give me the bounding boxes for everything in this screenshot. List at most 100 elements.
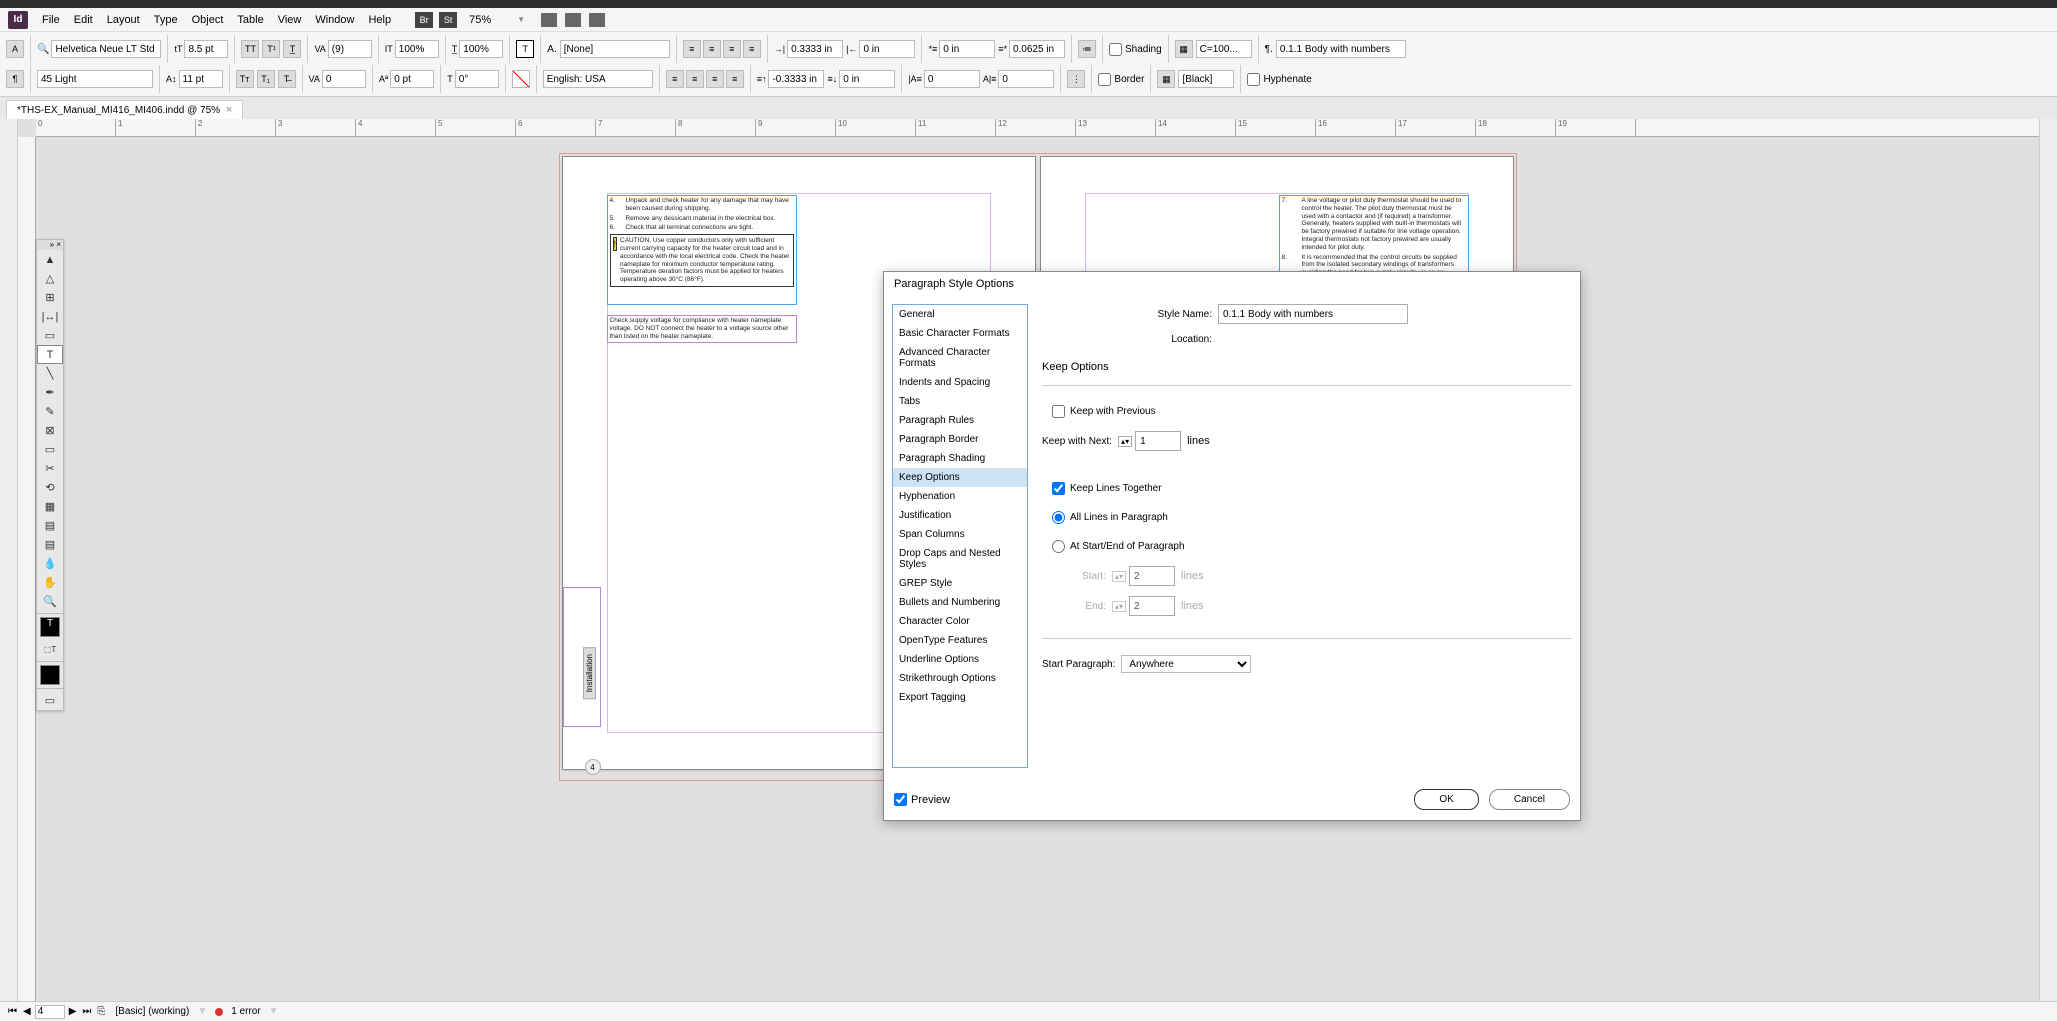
pencil-tool[interactable]: ✎	[37, 402, 63, 421]
baseline-field[interactable]	[390, 70, 434, 88]
none-swatch-icon[interactable]	[512, 70, 530, 88]
content-collector-tool[interactable]: ▭	[37, 326, 63, 345]
vscale-field[interactable]	[395, 40, 439, 58]
options-icon[interactable]: ⋮	[1067, 70, 1085, 88]
justify-right-icon[interactable]: ≡	[706, 70, 724, 88]
menu-object[interactable]: Object	[192, 14, 224, 26]
border-checkbox[interactable]	[1098, 73, 1111, 86]
left-indent-field[interactable]	[787, 40, 843, 58]
cancel-button[interactable]: Cancel	[1489, 789, 1570, 810]
menu-edit[interactable]: Edit	[74, 14, 93, 26]
menu-type[interactable]: Type	[154, 14, 178, 26]
right-indent-field[interactable]	[859, 40, 915, 58]
menu-help[interactable]: Help	[368, 14, 391, 26]
align-center-icon[interactable]: ≡	[703, 40, 721, 58]
char-format-icon[interactable]: A	[6, 40, 24, 58]
eyedropper-tool[interactable]: 💧	[37, 554, 63, 573]
panel-handle[interactable]: » ×	[37, 240, 63, 250]
document-tab[interactable]: *THS-EX_Manual_MI416_MI406.indd @ 75% ×	[6, 100, 243, 119]
default-fill-stroke[interactable]: ⬚T	[37, 640, 63, 659]
last-page-icon[interactable]: ⏭	[80, 1006, 93, 1017]
font-weight-field[interactable]	[37, 70, 153, 88]
category-item[interactable]: OpenType Features	[893, 631, 1027, 650]
menu-view[interactable]: View	[278, 14, 302, 26]
next-page-icon[interactable]: ▶	[67, 1006, 79, 1017]
direct-selection-tool[interactable]: △	[37, 269, 63, 288]
underline-icon[interactable]: T̲	[283, 40, 301, 58]
error-indicator-icon[interactable]	[215, 1008, 223, 1016]
grid2-field[interactable]	[998, 70, 1054, 88]
list-icon[interactable]: ≔	[1078, 40, 1096, 58]
style-name-field[interactable]	[1218, 304, 1408, 324]
line-tool[interactable]: ╲	[37, 364, 63, 383]
stock-icon[interactable]: St	[439, 12, 457, 28]
category-item[interactable]: Export Tagging	[893, 688, 1027, 707]
space-before-field[interactable]	[768, 70, 824, 88]
keep-next-field[interactable]	[1135, 431, 1181, 451]
pen-tool[interactable]: ✒	[37, 383, 63, 402]
gap-tool[interactable]: |↔|	[37, 307, 63, 326]
gradient-swatch-tool[interactable]: ▦	[37, 497, 63, 516]
category-item[interactable]: Drop Caps and Nested Styles	[893, 544, 1027, 574]
page-tool[interactable]: ⊞	[37, 288, 63, 307]
justify-full-icon[interactable]: ≡	[726, 70, 744, 88]
category-item[interactable]: Hyphenation	[893, 487, 1027, 506]
text-frame[interactable]: 4.Unpack and check heater for any damage…	[607, 195, 797, 305]
category-item[interactable]: Span Columns	[893, 525, 1027, 544]
category-item[interactable]: GREP Style	[893, 574, 1027, 593]
category-item[interactable]: Advanced Character Formats	[893, 343, 1027, 373]
arrange-icon[interactable]	[589, 13, 605, 27]
category-item[interactable]: Keep Options	[893, 468, 1027, 487]
selection-tool[interactable]: ▲	[37, 250, 63, 269]
category-item[interactable]: Paragraph Border	[893, 430, 1027, 449]
tracking-field[interactable]	[322, 70, 366, 88]
category-item[interactable]: Bullets and Numbering	[893, 593, 1027, 612]
category-item[interactable]: Basic Character Formats	[893, 324, 1027, 343]
cell-style-icon[interactable]: ▦	[1175, 40, 1193, 58]
page-number-field[interactable]	[35, 1005, 65, 1019]
prev-page-icon[interactable]: ◀	[21, 1006, 33, 1017]
allcaps-icon[interactable]: TT	[241, 40, 259, 58]
para-format-icon[interactable]: ¶	[6, 70, 24, 88]
para-style-field[interactable]	[1276, 40, 1406, 58]
kerning-field[interactable]	[328, 40, 372, 58]
strikethrough-icon[interactable]: T̶	[278, 70, 296, 88]
leading-field[interactable]	[179, 70, 223, 88]
scissors-tool[interactable]: ✂	[37, 459, 63, 478]
category-item[interactable]: Justification	[893, 506, 1027, 525]
category-item[interactable]: General	[893, 305, 1027, 324]
first-line-field[interactable]	[939, 40, 995, 58]
hyphenate-checkbox[interactable]	[1247, 73, 1260, 86]
hscale-field[interactable]	[459, 40, 503, 58]
zoom-level[interactable]: 75%	[469, 14, 491, 26]
all-lines-radio[interactable]	[1052, 511, 1065, 524]
category-item[interactable]: Strikethrough Options	[893, 669, 1027, 688]
align-justify-icon[interactable]: ≡	[743, 40, 761, 58]
justify-left-icon[interactable]: ≡	[666, 70, 684, 88]
keep-previous-checkbox[interactable]	[1052, 405, 1065, 418]
color-swatch[interactable]	[40, 665, 60, 685]
note-tool[interactable]: ▤	[37, 535, 63, 554]
keep-lines-together-checkbox[interactable]	[1052, 482, 1065, 495]
gradient-feather-tool[interactable]: ▤	[37, 516, 63, 535]
stroke-style-field[interactable]	[1178, 70, 1234, 88]
hand-tool[interactable]: ✋	[37, 573, 63, 592]
subscript-icon[interactable]: T₁	[257, 70, 275, 88]
ok-button[interactable]: OK	[1414, 789, 1478, 810]
menu-layout[interactable]: Layout	[107, 14, 140, 26]
justify-center-icon[interactable]: ≡	[686, 70, 704, 88]
page-navigator[interactable]: ⏮ ◀ ▶ ⏭ ⎘	[6, 1005, 107, 1019]
last-line-field[interactable]	[1009, 40, 1065, 58]
stepper-icon[interactable]: ▴▾	[1118, 436, 1132, 447]
align-left-icon[interactable]: ≡	[683, 40, 701, 58]
category-item[interactable]: Paragraph Shading	[893, 449, 1027, 468]
screen-mode-icon[interactable]	[565, 13, 581, 27]
space-after-field[interactable]	[839, 70, 895, 88]
category-list[interactable]: GeneralBasic Character FormatsAdvanced C…	[892, 304, 1028, 768]
empty-frame[interactable]	[563, 587, 601, 727]
view-mode-toggle[interactable]: ▭	[37, 691, 63, 710]
language-field[interactable]	[543, 70, 653, 88]
smallcaps-icon[interactable]: Tт	[236, 70, 254, 88]
stroke-style-icon[interactable]: ▦	[1157, 70, 1175, 88]
grid1-field[interactable]	[924, 70, 980, 88]
